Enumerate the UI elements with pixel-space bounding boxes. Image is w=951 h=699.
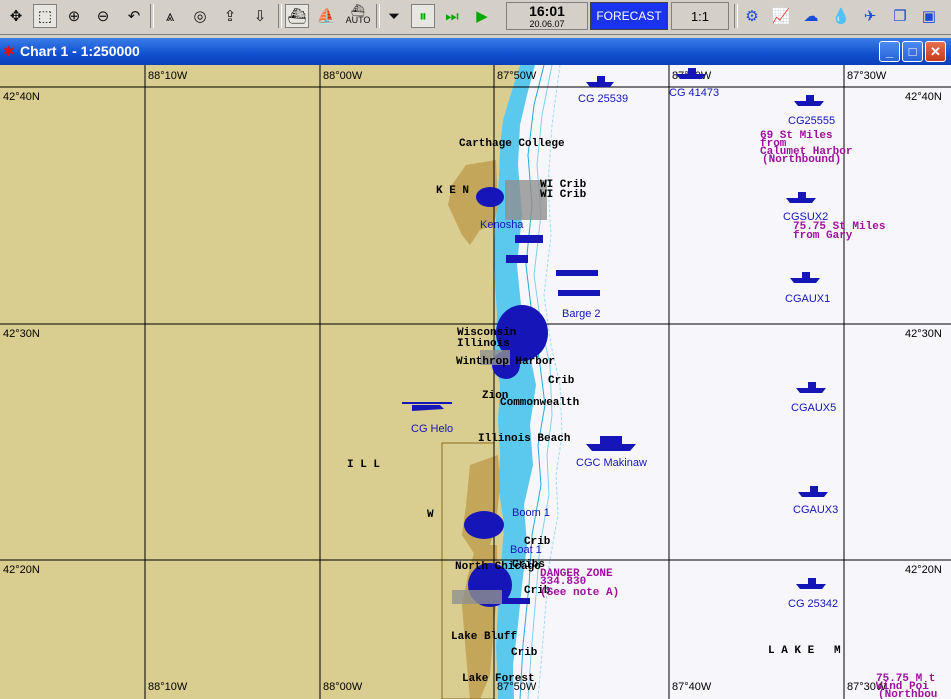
- place-label: Commonwealth: [500, 397, 579, 409]
- lon-label-top: 88°00W: [323, 70, 363, 82]
- select-zoom-icon[interactable]: ⬚: [33, 4, 57, 28]
- lon-label-bottom: 88°00W: [323, 681, 363, 693]
- auto-button[interactable]: ⛴ AUTO: [344, 4, 372, 28]
- chart-app-icon: ✱: [3, 43, 15, 59]
- lon-label-top: 87°50W: [497, 70, 537, 82]
- place-label: Lake Forest: [462, 673, 535, 685]
- vessel-label[interactable]: Boom 1: [512, 507, 550, 519]
- note-text: (Northbound): [762, 154, 841, 166]
- vessel-label[interactable]: CG 41473: [669, 87, 719, 99]
- place-label: Lake Bluff: [451, 631, 517, 643]
- place-label: Kenosha: [480, 219, 524, 231]
- lat-label-left: 42°20N: [3, 564, 40, 576]
- fast-forward-icon[interactable]: ⏭: [440, 4, 464, 28]
- lat-label-right: 42°30N: [905, 328, 942, 340]
- place-label: Illinois Beach: [478, 433, 570, 445]
- lon-label-top: 87°30W: [847, 70, 887, 82]
- vessel-label[interactable]: CGC Makinaw: [576, 457, 647, 469]
- lat-label-left: 42°30N: [3, 328, 40, 340]
- place-label: Crib: [548, 375, 575, 387]
- place-label: Winthrop Harbor: [456, 356, 555, 368]
- toolbar-separator: [150, 4, 154, 28]
- place-label: North Chicago: [455, 561, 541, 573]
- ship-mode-icon[interactable]: ⛴: [285, 4, 309, 28]
- lat-label-right: 42°40N: [905, 91, 942, 103]
- graph-icon[interactable]: 📈: [769, 4, 793, 28]
- lake-label: L A K E M: [768, 645, 841, 657]
- satellite-icon[interactable]: ⚙: [740, 4, 764, 28]
- clock-date: 20.06.07: [529, 19, 565, 29]
- place-label: Crib: [524, 536, 551, 548]
- water-drop-icon[interactable]: 💧: [829, 4, 853, 28]
- clock-time: 16:01: [529, 3, 565, 19]
- stop-icon[interactable]: ⏷: [382, 4, 406, 28]
- vessel-label[interactable]: CGAUX3: [793, 504, 838, 516]
- lon-label-bottom: 87°40W: [672, 681, 712, 693]
- chart-canvas[interactable]: 88°10W 88°00W 87°50W 87°40W 87°30W 88°10…: [0, 65, 951, 699]
- lon-label-top: 88°10W: [148, 70, 188, 82]
- note-text: from Gary: [793, 230, 853, 242]
- forecast-button[interactable]: FORECAST: [590, 2, 668, 30]
- lon-label-bottom: 88°10W: [148, 681, 188, 693]
- toolbar-separator: [376, 4, 380, 28]
- aircraft-icon[interactable]: ✈: [858, 4, 882, 28]
- vessel-label[interactable]: CGAUX1: [785, 293, 830, 305]
- documents-icon[interactable]: ❐: [888, 4, 912, 28]
- chart-window-title: Chart 1 - 1:250000: [20, 43, 140, 59]
- minimize-button[interactable]: _: [879, 41, 900, 62]
- chart-window-titlebar[interactable]: ✱ Chart 1 - 1:250000 _ □ ✕: [0, 38, 951, 65]
- place-label: Carthage College: [459, 138, 565, 150]
- barge-icon: [556, 270, 598, 276]
- vessel-label[interactable]: CG 25539: [578, 93, 628, 105]
- place-label: Crib: [511, 647, 538, 659]
- place-label: Illinois: [457, 338, 510, 350]
- vessel-label[interactable]: CG Helo: [411, 423, 453, 435]
- weather-icon[interactable]: ☁: [799, 4, 823, 28]
- move-icon[interactable]: ✥: [4, 4, 28, 28]
- pause-icon[interactable]: ⏸: [411, 4, 435, 28]
- zoom-out-icon[interactable]: ⊖: [91, 4, 115, 28]
- nautical-chart[interactable]: 88°10W 88°00W 87°50W 87°40W 87°30W 88°10…: [0, 65, 951, 699]
- vessel-label[interactable]: CG25555: [788, 115, 835, 127]
- note-text: (See note A): [540, 587, 619, 599]
- zoom-in-icon[interactable]: ⊕: [62, 4, 86, 28]
- main-toolbar: ✥ ⬚ ⊕ ⊖ ↶ ⩓ ◎ ⇪ ⇩ ⛴ ⛵ ⛴ AUTO ⏷ ⏸ ⏭ ▶ 16:0…: [0, 0, 951, 35]
- note-text: (Northbou: [878, 689, 937, 699]
- route-icon[interactable]: ⩓: [158, 4, 182, 28]
- vessel-label[interactable]: CGAUX5: [791, 402, 836, 414]
- undo-icon[interactable]: ↶: [122, 4, 146, 28]
- barge-icon: [558, 290, 600, 296]
- place-label: I L L: [347, 459, 380, 471]
- place-label: W: [427, 509, 434, 521]
- download-icon[interactable]: ⇩: [248, 4, 272, 28]
- upload-icon[interactable]: ⇪: [218, 4, 242, 28]
- windows-icon[interactable]: ▣: [917, 4, 941, 28]
- close-button[interactable]: ✕: [925, 41, 946, 62]
- maximize-button[interactable]: □: [902, 41, 923, 62]
- lat-label-right: 42°20N: [905, 564, 942, 576]
- toolbar-separator: [734, 4, 738, 28]
- toolbar-separator: [278, 4, 282, 28]
- lat-label-left: 42°40N: [3, 91, 40, 103]
- target-icon[interactable]: ◎: [188, 4, 212, 28]
- place-label: K E N: [436, 185, 469, 197]
- vessel-label[interactable]: Barge 2: [562, 308, 601, 320]
- clock-display: 16:01 20.06.07: [506, 2, 588, 30]
- vessel-label[interactable]: CG 25342: [788, 598, 838, 610]
- vessel-icon[interactable]: ⛵: [314, 4, 338, 28]
- scale-button[interactable]: 1:1: [671, 2, 729, 30]
- place-label: WI Crib: [540, 189, 587, 201]
- play-icon[interactable]: ▶: [470, 4, 494, 28]
